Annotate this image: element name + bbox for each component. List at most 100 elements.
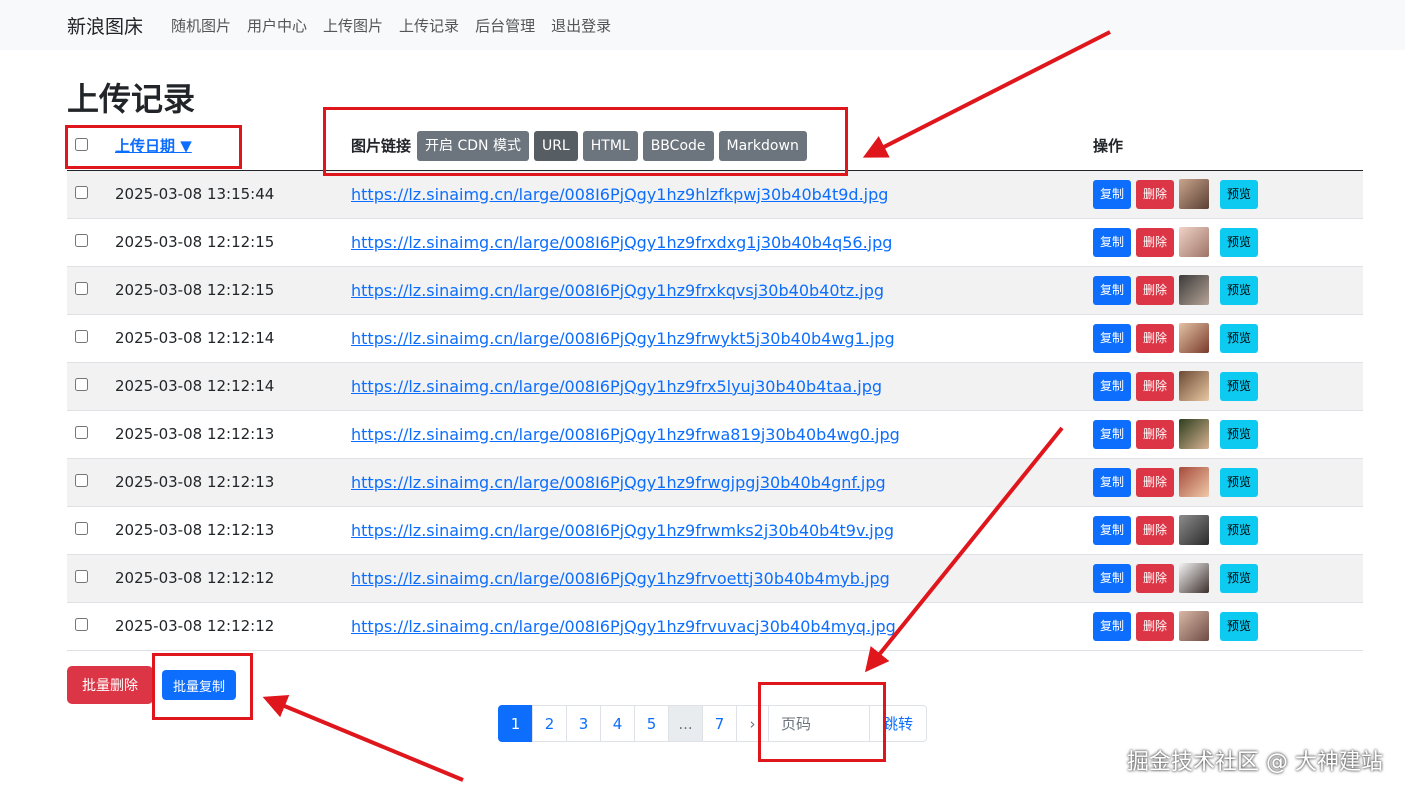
image-link[interactable]: https://lz.sinaimg.cn/large/008I6PjQgy1h…	[351, 617, 896, 636]
nav-upload-image[interactable]: 上传图片	[323, 15, 383, 36]
next-page-button[interactable]: ›	[736, 705, 769, 742]
arrow-to-bulk-copy	[262, 695, 464, 782]
row-actions: 复制 删除 预览	[1093, 515, 1363, 545]
format-bbcode-button[interactable]: BBCode	[642, 130, 714, 161]
ops-column-header: 操作	[1093, 137, 1124, 156]
copy-button[interactable]: 复制	[1093, 611, 1132, 641]
delete-button[interactable]: 删除	[1136, 179, 1175, 209]
page-3-button[interactable]: 3	[566, 705, 601, 742]
page-2-button[interactable]: 2	[532, 705, 567, 742]
thumbnail-image[interactable]	[1179, 611, 1210, 641]
preview-button[interactable]: 预览	[1220, 563, 1259, 593]
page-4-button[interactable]: 4	[600, 705, 635, 742]
row-checkbox[interactable]	[75, 618, 88, 631]
brand-logo[interactable]: 新浪图床	[67, 12, 143, 39]
image-link[interactable]: https://lz.sinaimg.cn/large/008I6PjQgy1h…	[351, 569, 890, 588]
copy-button[interactable]: 复制	[1093, 371, 1132, 401]
cdn-mode-button[interactable]: 开启 CDN 模式	[417, 130, 529, 161]
row-checkbox[interactable]	[75, 570, 88, 583]
format-html-button[interactable]: HTML	[582, 130, 638, 161]
preview-button[interactable]: 预览	[1220, 611, 1259, 641]
format-url-button[interactable]: URL	[533, 130, 578, 161]
table-row: 2025-03-08 12:12:13 https://lz.sinaimg.c…	[67, 458, 1363, 506]
nav-upload-records[interactable]: 上传记录	[399, 15, 459, 36]
row-checkbox[interactable]	[75, 474, 88, 487]
row-actions: 复制 删除 预览	[1093, 467, 1363, 497]
top-navbar: 新浪图床 随机图片 用户中心 上传图片 上传记录 后台管理 退出登录	[0, 0, 1405, 50]
thumbnail-image[interactable]	[1179, 563, 1210, 593]
image-link[interactable]: https://lz.sinaimg.cn/large/008I6PjQgy1h…	[351, 521, 894, 540]
table-row: 2025-03-08 12:12:13 https://lz.sinaimg.c…	[67, 506, 1363, 554]
upload-date: 2025-03-08 12:12:15	[115, 281, 275, 299]
page-7-button[interactable]: 7	[702, 705, 737, 742]
thumbnail-image[interactable]	[1179, 371, 1210, 401]
page-number-input[interactable]	[768, 705, 870, 742]
preview-button[interactable]: 预览	[1220, 275, 1259, 305]
upload-date: 2025-03-08 12:12:12	[115, 569, 275, 587]
image-link[interactable]: https://lz.sinaimg.cn/large/008I6PjQgy1h…	[351, 233, 892, 252]
delete-button[interactable]: 删除	[1136, 467, 1175, 497]
thumbnail-image[interactable]	[1179, 515, 1210, 545]
delete-button[interactable]: 删除	[1136, 611, 1175, 641]
nav-admin[interactable]: 后台管理	[475, 15, 535, 36]
row-actions: 复制 删除 预览	[1093, 371, 1363, 401]
sort-by-date-link[interactable]: 上传日期 ▼	[115, 137, 192, 155]
jump-button[interactable]: 跳转	[869, 705, 927, 742]
image-link[interactable]: https://lz.sinaimg.cn/large/008I6PjQgy1h…	[351, 329, 895, 348]
preview-button[interactable]: 预览	[1220, 419, 1259, 449]
nav-random-images[interactable]: 随机图片	[171, 15, 231, 36]
row-checkbox[interactable]	[75, 234, 88, 247]
copy-button[interactable]: 复制	[1093, 563, 1132, 593]
delete-button[interactable]: 删除	[1136, 371, 1175, 401]
preview-button[interactable]: 预览	[1220, 323, 1259, 353]
thumbnail-image[interactable]	[1179, 323, 1210, 353]
preview-button[interactable]: 预览	[1220, 515, 1259, 545]
page-title: 上传记录	[67, 80, 196, 118]
delete-button[interactable]: 删除	[1136, 563, 1175, 593]
thumbnail-image[interactable]	[1179, 467, 1210, 497]
row-checkbox[interactable]	[75, 330, 88, 343]
preview-button[interactable]: 预览	[1220, 371, 1259, 401]
row-actions: 复制 删除 预览	[1093, 611, 1363, 641]
thumbnail-image[interactable]	[1179, 275, 1210, 305]
row-checkbox[interactable]	[75, 426, 88, 439]
delete-button[interactable]: 删除	[1136, 227, 1175, 257]
delete-button[interactable]: 删除	[1136, 323, 1175, 353]
format-markdown-button[interactable]: Markdown	[718, 130, 807, 161]
thumbnail-image[interactable]	[1179, 419, 1210, 449]
copy-button[interactable]: 复制	[1093, 275, 1132, 305]
copy-button[interactable]: 复制	[1093, 419, 1132, 449]
row-checkbox[interactable]	[75, 186, 88, 199]
bulk-delete-button[interactable]: 批量删除	[67, 666, 153, 704]
delete-button[interactable]: 删除	[1136, 515, 1175, 545]
nav-logout[interactable]: 退出登录	[551, 15, 611, 36]
copy-button[interactable]: 复制	[1093, 323, 1132, 353]
page-1-button[interactable]: 1	[498, 705, 533, 742]
preview-button[interactable]: 预览	[1220, 467, 1259, 497]
image-link[interactable]: https://lz.sinaimg.cn/large/008I6PjQgy1h…	[351, 425, 900, 444]
table-row: 2025-03-08 12:12:14 https://lz.sinaimg.c…	[67, 314, 1363, 362]
image-link[interactable]: https://lz.sinaimg.cn/large/008I6PjQgy1h…	[351, 185, 888, 204]
row-checkbox[interactable]	[75, 522, 88, 535]
nav-user-center[interactable]: 用户中心	[247, 15, 307, 36]
delete-button[interactable]: 删除	[1136, 275, 1175, 305]
table-row: 2025-03-08 13:15:44 https://lz.sinaimg.c…	[67, 170, 1363, 218]
image-link[interactable]: https://lz.sinaimg.cn/large/008I6PjQgy1h…	[351, 281, 884, 300]
select-all-checkbox[interactable]	[75, 137, 88, 151]
upload-date: 2025-03-08 12:12:13	[115, 473, 275, 491]
bulk-copy-button[interactable]: 批量复制	[162, 670, 236, 700]
thumbnail-image[interactable]	[1179, 179, 1210, 209]
copy-button[interactable]: 复制	[1093, 467, 1132, 497]
copy-button[interactable]: 复制	[1093, 515, 1132, 545]
page-5-button[interactable]: 5	[634, 705, 669, 742]
image-link[interactable]: https://lz.sinaimg.cn/large/008I6PjQgy1h…	[351, 473, 886, 492]
preview-button[interactable]: 预览	[1220, 227, 1259, 257]
thumbnail-image[interactable]	[1179, 227, 1210, 257]
image-link[interactable]: https://lz.sinaimg.cn/large/008I6PjQgy1h…	[351, 377, 882, 396]
delete-button[interactable]: 删除	[1136, 419, 1175, 449]
copy-button[interactable]: 复制	[1093, 179, 1132, 209]
copy-button[interactable]: 复制	[1093, 227, 1132, 257]
row-checkbox[interactable]	[75, 378, 88, 391]
row-checkbox[interactable]	[75, 282, 88, 295]
preview-button[interactable]: 预览	[1220, 179, 1259, 209]
